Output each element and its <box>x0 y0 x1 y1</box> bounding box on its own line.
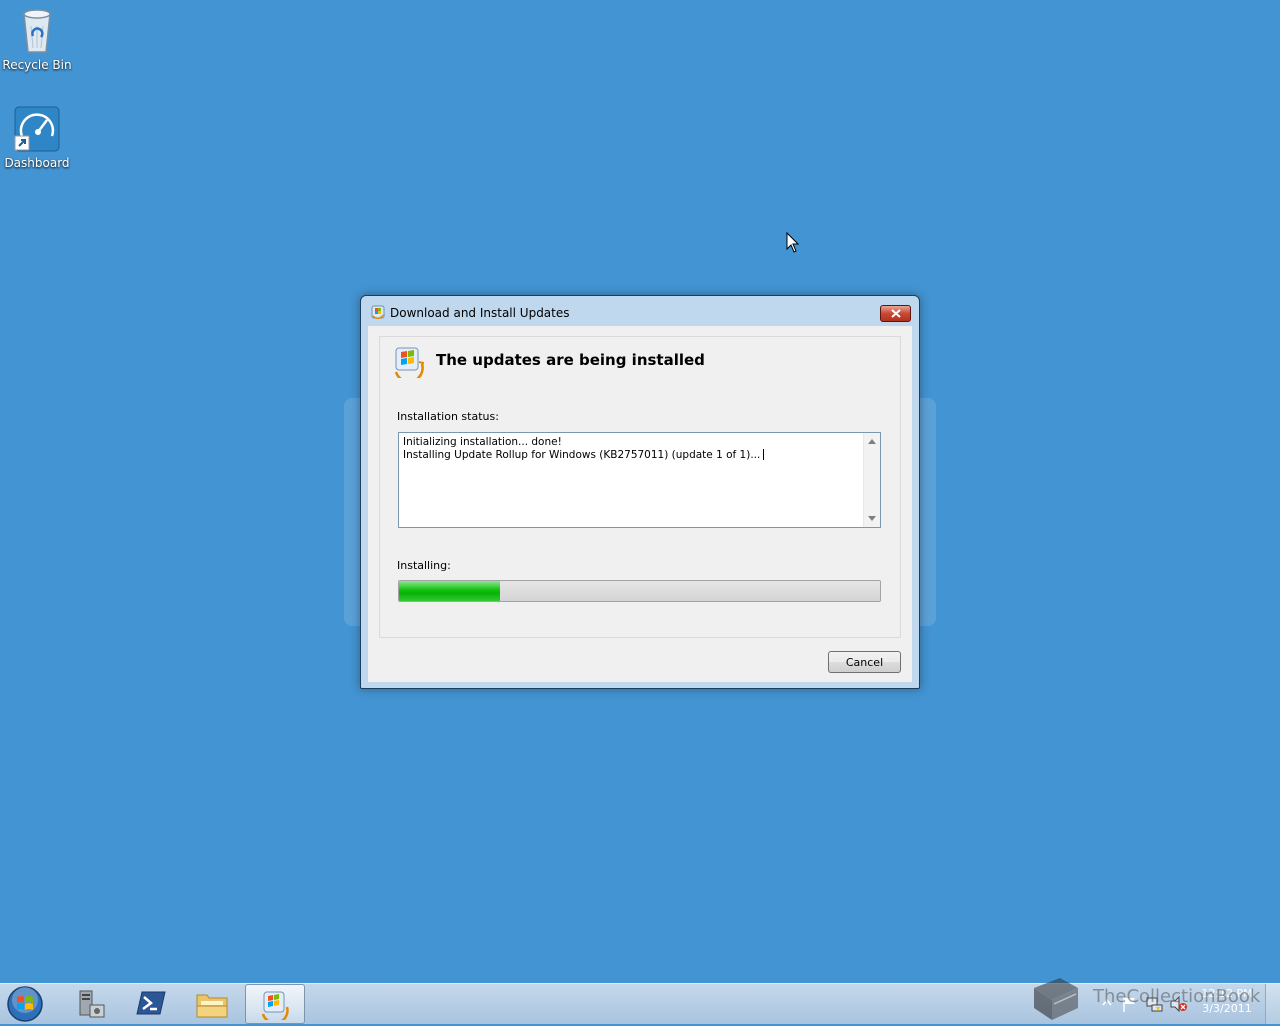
desktop-icon-recycle-bin[interactable]: Recycle Bin <box>0 6 74 72</box>
close-icon <box>890 309 901 318</box>
title-bar[interactable]: Download and Install Updates <box>361 296 919 326</box>
taskbar-powershell[interactable] <box>121 984 181 1024</box>
desktop-icon-label: Recycle Bin <box>2 58 72 72</box>
status-log: Initializing installation... done! Insta… <box>403 436 765 462</box>
installation-status-label: Installation status: <box>397 410 499 423</box>
start-orb-icon <box>7 986 43 1022</box>
close-button[interactable] <box>880 305 911 322</box>
status-line: Initializing installation... done! <box>403 436 562 448</box>
progress-label: Installing: <box>397 559 451 572</box>
watermark: TheCollectionBook <box>1028 974 1268 1022</box>
watermark-text: TheCollectionBook <box>1093 986 1261 1007</box>
window-title: Download and Install Updates <box>390 306 570 320</box>
server-manager-icon <box>79 990 105 1018</box>
dashboard-icon <box>14 106 60 152</box>
powershell-icon <box>136 991 166 1015</box>
taskbar-windows-update[interactable] <box>245 984 305 1024</box>
desktop-icon-dashboard[interactable]: Dashboard <box>0 106 74 170</box>
desktop-icon-label: Dashboard <box>4 156 70 170</box>
book-icon <box>1034 978 1078 1020</box>
text-caret <box>763 449 765 460</box>
file-explorer-icon <box>196 994 228 1018</box>
vertical-scrollbar[interactable] <box>863 433 880 527</box>
taskbar-file-explorer[interactable] <box>182 984 242 1024</box>
cancel-button[interactable]: Cancel <box>828 651 901 673</box>
scroll-down-arrow-icon[interactable] <box>868 516 876 521</box>
installation-status-textbox[interactable]: Initializing installation... done! Insta… <box>398 432 881 528</box>
content-panel: The updates are being installed Installa… <box>379 336 901 638</box>
scroll-up-arrow-icon[interactable] <box>868 439 876 444</box>
status-line: Installing Update Rollup for Windows (KB… <box>403 449 761 461</box>
dialog-heading: The updates are being installed <box>436 351 705 369</box>
install-progress-bar <box>398 580 881 602</box>
mouse-cursor-icon <box>786 232 800 253</box>
windows-update-icon <box>261 991 289 1020</box>
windows-update-icon <box>371 305 385 322</box>
update-dialog: Download and Install Updates The updates <box>360 295 920 689</box>
start-button[interactable] <box>6 985 46 1023</box>
windows-update-icon <box>393 346 425 383</box>
taskbar-server-manager[interactable] <box>60 984 120 1024</box>
recycle-bin-icon <box>23 9 51 53</box>
progress-fill <box>399 581 500 601</box>
dialog-client-area: The updates are being installed Installa… <box>368 326 912 682</box>
